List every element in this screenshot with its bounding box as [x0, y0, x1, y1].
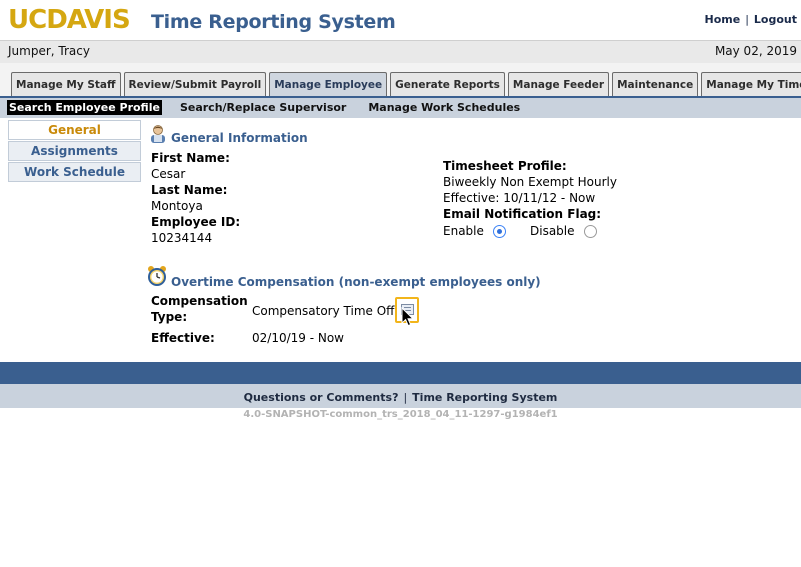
effective-label: Effective:	[151, 331, 215, 345]
tab-review-submit-payroll[interactable]: Review/Submit Payroll	[123, 72, 267, 98]
first-name-label: First Name:	[151, 151, 230, 165]
subtab-search-replace-supervisor[interactable]: Search/Replace Supervisor	[178, 100, 348, 115]
top-links-separator: |	[745, 13, 749, 26]
last-name-value: Montoya	[151, 199, 203, 213]
logout-link[interactable]: Logout	[754, 13, 797, 26]
disable-label: Disable	[530, 224, 575, 238]
user-icon	[151, 125, 165, 143]
subtab-search-employee-profile[interactable]: Search Employee Profile	[7, 100, 162, 115]
app-header: UCDAVIS Time Reporting System Home | Logou…	[0, 0, 801, 40]
current-date: May 02, 2019	[714, 44, 797, 58]
effective-value: 02/10/19 - Now	[252, 331, 344, 345]
footer-separator: |	[403, 391, 408, 404]
disable-radio[interactable]	[584, 225, 597, 238]
home-link[interactable]: Home	[705, 13, 741, 26]
email-flag-label: Email Notification Flag:	[443, 207, 602, 221]
enable-radio[interactable]	[493, 225, 506, 238]
tab-manage-employee[interactable]: Manage Employee	[269, 72, 388, 98]
trs-link[interactable]: Time Reporting System	[412, 391, 557, 404]
user-bar: Jumper, Tracy May 02, 2019	[0, 40, 801, 63]
overtime-heading: Overtime Compensation (non-exempt employ…	[171, 275, 541, 289]
main-tab-bar: Manage My Staff Review/Submit Payroll Ma…	[0, 63, 801, 98]
timesheet-profile-value: Biweekly Non Exempt Hourly	[443, 175, 617, 189]
comp-type-label-line2: Type:	[151, 310, 188, 324]
footer-bar	[0, 362, 801, 384]
tab-manage-my-time[interactable]: Manage My Time	[701, 72, 801, 98]
uc-davis-logo: UCDAVIS	[8, 5, 131, 35]
comp-type-value: Compensatory Time Off	[252, 304, 395, 318]
timesheet-profile-label: Timesheet Profile:	[443, 159, 567, 173]
sub-tab-bar: Search Employee Profile Search/Replace S…	[0, 98, 801, 118]
nav-item-assignments[interactable]: Assignments	[8, 141, 141, 161]
questions-link[interactable]: Questions or Comments?	[244, 391, 399, 404]
footer-links-bar: Questions or Comments? | Time Reporting Sy…	[0, 384, 801, 408]
alarm-clock-icon	[148, 266, 166, 286]
tab-generate-reports[interactable]: Generate Reports	[390, 72, 505, 98]
tab-manage-my-staff[interactable]: Manage My Staff	[11, 72, 121, 98]
subtab-manage-work-schedules[interactable]: Manage Work Schedules	[366, 100, 522, 115]
edit-document-icon	[401, 304, 414, 315]
employee-id-label: Employee ID:	[151, 215, 241, 229]
main-tabs: Manage My Staff Review/Submit Payroll Ma…	[11, 72, 801, 98]
logo-uc-text: UC	[8, 5, 47, 35]
footer-links: Questions or Comments? | Time Reporting Sy…	[244, 391, 558, 404]
top-links: Home | Logout	[705, 13, 798, 26]
user-name: Jumper, Tracy	[8, 44, 90, 58]
enable-label: Enable	[443, 224, 484, 238]
employee-id-value: 10234144	[151, 231, 213, 245]
left-nav: General Assignments Work Schedule	[8, 120, 141, 183]
edit-compensation-button[interactable]	[395, 297, 419, 323]
timesheet-effective-value: Effective: 10/11/12 - Now	[443, 191, 596, 205]
tab-manage-feeder[interactable]: Manage Feeder	[507, 72, 610, 98]
nav-item-general[interactable]: General	[8, 120, 141, 140]
logo-davis-text: DAVIS	[46, 5, 130, 35]
app-title: Time Reporting System	[151, 11, 396, 33]
nav-item-work-schedule[interactable]: Work Schedule	[8, 162, 141, 182]
general-info-heading: General Information	[171, 131, 308, 145]
sub-tabs: Search Employee Profile Search/Replace S…	[7, 100, 540, 115]
comp-type-label-line1: Compensation	[151, 294, 248, 308]
last-name-label: Last Name:	[151, 183, 228, 197]
tab-maintenance[interactable]: Maintenance	[612, 72, 699, 98]
first-name-value: Cesar	[151, 167, 186, 181]
build-version: 4.0-SNAPSHOT-common_trs_2018_04_11-1297-…	[243, 409, 558, 420]
